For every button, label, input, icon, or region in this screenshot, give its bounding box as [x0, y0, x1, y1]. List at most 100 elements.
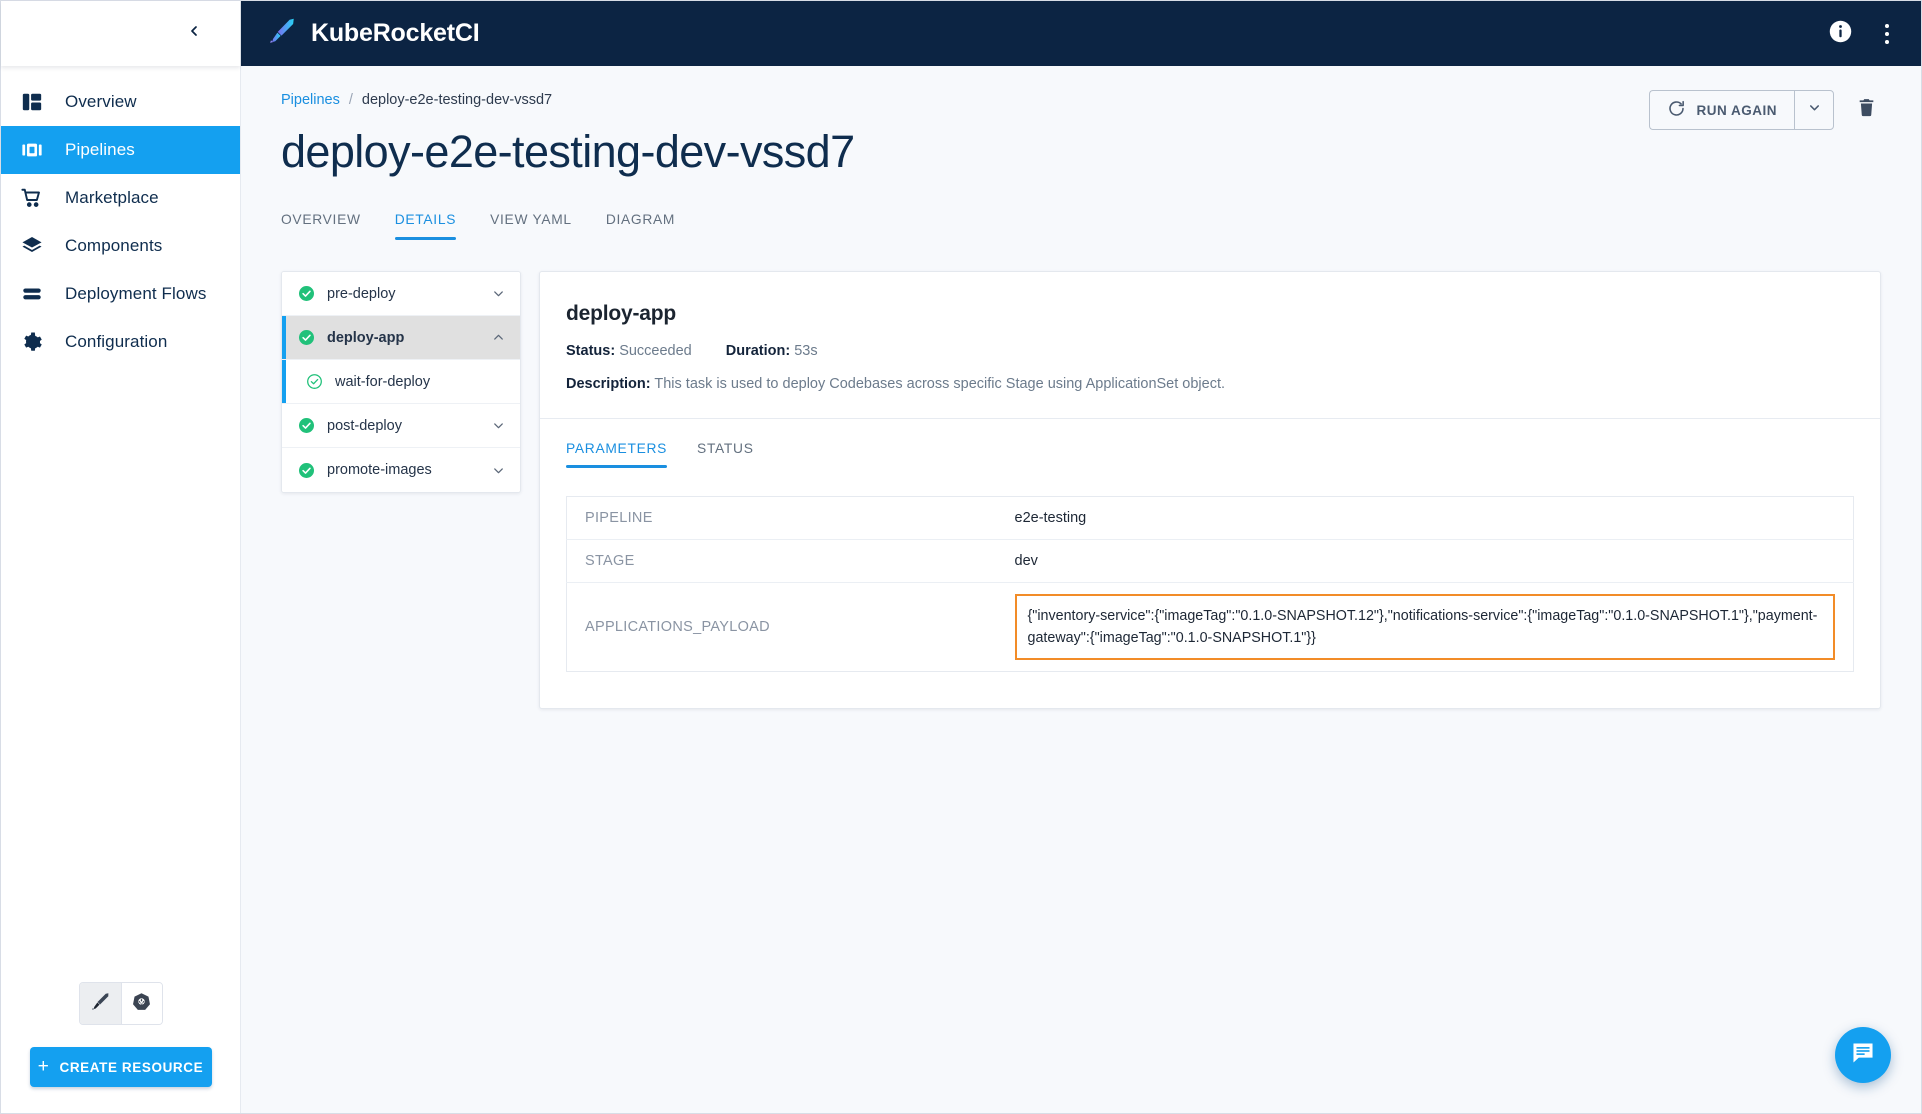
- table-row: PIPELINE e2e-testing: [567, 497, 1854, 540]
- app-root: Overview Pipelines Marketplace Component…: [0, 0, 1922, 1114]
- sidebar-item-overview[interactable]: Overview: [1, 78, 240, 126]
- applications-payload-value: {"inventory-service":{"imageTag":"0.1.0-…: [1015, 594, 1836, 660]
- page-title: deploy-e2e-testing-dev-vssd7: [281, 126, 1881, 178]
- tab-overview[interactable]: OVERVIEW: [281, 212, 361, 240]
- run-again-dropdown-button[interactable]: [1794, 90, 1834, 130]
- chevron-down-icon[interactable]: [491, 418, 506, 433]
- kebab-dot: [1885, 40, 1889, 44]
- page-toolbar: RUN AGAIN: [1649, 90, 1882, 130]
- subtab-status[interactable]: STATUS: [697, 441, 754, 468]
- task-subtabs: PARAMETERS STATUS: [540, 419, 1880, 468]
- parameter-key: STAGE: [567, 540, 997, 583]
- task-duration: Duration: 53s: [726, 343, 818, 359]
- chat-bubble-icon: [1850, 1040, 1876, 1071]
- sidebar-item-label: Pipelines: [65, 140, 135, 160]
- kuberocket-logo-icon: [267, 16, 297, 51]
- overflow-menu-button[interactable]: [1877, 18, 1897, 50]
- layers-icon: [19, 233, 45, 259]
- info-circle-icon: [1828, 19, 1853, 49]
- subtab-parameters[interactable]: PARAMETERS: [566, 441, 667, 468]
- details-layout: pre-deploy deploy-app: [281, 271, 1881, 709]
- kebab-dot: [1885, 32, 1889, 36]
- parameters-table: PIPELINE e2e-testing STAGE dev APPLICATI…: [566, 496, 1854, 672]
- sidebar-item-configuration[interactable]: Configuration: [1, 318, 240, 366]
- stage-item-wait-for-deploy[interactable]: wait-for-deploy: [282, 360, 520, 404]
- sidebar: Overview Pipelines Marketplace Component…: [1, 1, 241, 1113]
- stage-item-post-deploy[interactable]: post-deploy: [282, 404, 520, 448]
- tab-details[interactable]: DETAILS: [395, 212, 456, 240]
- chat-fab-button[interactable]: [1835, 1027, 1891, 1083]
- sidebar-item-label: Marketplace: [65, 188, 159, 208]
- check-circle-filled-icon: [298, 329, 315, 346]
- check-circle-filled-icon: [298, 462, 315, 479]
- task-status-label: Status:: [566, 343, 615, 359]
- task-description-label: Description:: [566, 376, 651, 392]
- cart-icon: [19, 185, 45, 211]
- sidebar-item-components[interactable]: Components: [1, 222, 240, 270]
- toggle-kubernetes-view[interactable]: [121, 983, 162, 1024]
- parameters-panel: PIPELINE e2e-testing STAGE dev APPLICATI…: [540, 468, 1880, 708]
- stage-label: deploy-app: [327, 330, 479, 346]
- task-status: Status: Succeeded: [566, 343, 692, 359]
- breadcrumb-link-pipelines[interactable]: Pipelines: [281, 92, 340, 108]
- chevron-down-icon: [1807, 100, 1822, 120]
- top-bar: KubeRocketCI: [241, 1, 1921, 66]
- breadcrumb: Pipelines / deploy-e2e-testing-dev-vssd7: [281, 92, 1881, 108]
- chevron-down-icon[interactable]: [491, 286, 506, 301]
- content-area: RUN AGAIN Pipelines / dep: [241, 66, 1921, 1113]
- plus-icon: +: [38, 1057, 50, 1076]
- task-header: deploy-app Status: Succeeded Duration: 5…: [540, 272, 1880, 418]
- sidebar-nav: Overview Pipelines Marketplace Component…: [1, 78, 240, 366]
- stage-label: post-deploy: [327, 418, 479, 434]
- parameter-value-cell: {"inventory-service":{"imageTag":"0.1.0-…: [997, 583, 1854, 672]
- stage-list: pre-deploy deploy-app: [281, 271, 521, 493]
- view-mode-toggle[interactable]: [79, 982, 163, 1025]
- sidebar-collapse-button[interactable]: [180, 20, 208, 48]
- refresh-icon: [1667, 99, 1686, 121]
- chevron-up-icon[interactable]: [491, 330, 506, 345]
- run-again-button[interactable]: RUN AGAIN: [1649, 90, 1795, 130]
- task-title: deploy-app: [566, 302, 1854, 326]
- task-description-value: This task is used to deploy Codebases ac…: [654, 376, 1225, 392]
- stage-item-deploy-app[interactable]: deploy-app: [282, 316, 520, 360]
- parameter-key: APPLICATIONS_PAYLOAD: [567, 583, 997, 672]
- tab-diagram[interactable]: DIAGRAM: [606, 212, 675, 240]
- run-again-label: RUN AGAIN: [1697, 103, 1778, 118]
- task-duration-value: 53s: [794, 343, 817, 359]
- table-row: STAGE dev: [567, 540, 1854, 583]
- parameter-value: e2e-testing: [997, 497, 1854, 540]
- task-detail-card: deploy-app Status: Succeeded Duration: 5…: [539, 271, 1881, 709]
- info-button[interactable]: [1828, 19, 1853, 49]
- sidebar-item-deployment-flows[interactable]: Deployment Flows: [1, 270, 240, 318]
- run-again-split-button: RUN AGAIN: [1649, 90, 1835, 130]
- tab-view-yaml[interactable]: VIEW YAML: [490, 212, 572, 240]
- stage-label: pre-deploy: [327, 286, 479, 302]
- create-resource-label: CREATE RESOURCE: [59, 1060, 203, 1075]
- task-status-value: Succeeded: [619, 343, 692, 359]
- chevron-left-icon: [186, 23, 202, 44]
- sidebar-item-label: Components: [65, 236, 162, 256]
- stage-item-promote-images[interactable]: promote-images: [282, 448, 520, 492]
- flows-icon: [19, 281, 45, 307]
- brand[interactable]: KubeRocketCI: [267, 16, 479, 51]
- table-row: APPLICATIONS_PAYLOAD {"inventory-service…: [567, 583, 1854, 672]
- sidebar-item-label: Deployment Flows: [65, 284, 206, 304]
- sidebar-item-pipelines[interactable]: Pipelines: [1, 126, 240, 174]
- task-meta: Status: Succeeded Duration: 53s: [566, 343, 1854, 359]
- create-resource-button[interactable]: + CREATE RESOURCE: [30, 1047, 212, 1087]
- trash-icon: [1856, 105, 1877, 122]
- parameter-value: dev: [997, 540, 1854, 583]
- main-region: KubeRocketCI: [241, 1, 1921, 1113]
- delete-button[interactable]: [1852, 93, 1881, 127]
- pipelines-icon: [19, 137, 45, 163]
- check-circle-filled-icon: [298, 285, 315, 302]
- sidebar-item-marketplace[interactable]: Marketplace: [1, 174, 240, 222]
- kuberocket-sword-icon: [90, 991, 111, 1017]
- check-circle-outline-icon: [306, 373, 323, 390]
- stage-label: wait-for-deploy: [335, 374, 506, 390]
- dashboard-icon: [19, 89, 45, 115]
- parameter-key: PIPELINE: [567, 497, 997, 540]
- stage-item-pre-deploy[interactable]: pre-deploy: [282, 272, 520, 316]
- chevron-down-icon[interactable]: [491, 463, 506, 478]
- toggle-kuberocket-view[interactable]: [80, 983, 121, 1024]
